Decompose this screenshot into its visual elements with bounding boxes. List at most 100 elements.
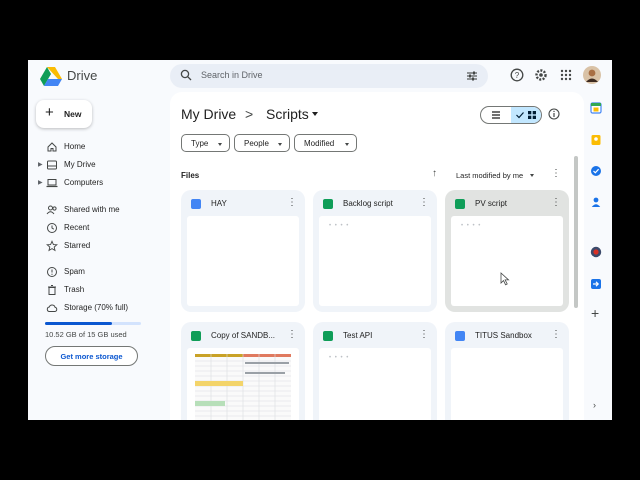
sort-by-dropdown[interactable]: Last modified by me	[456, 171, 523, 180]
help-icon[interactable]: ?	[510, 68, 524, 82]
file-thumbnail	[187, 348, 299, 420]
file-card[interactable]: Copy of SANDB... ⋮	[181, 322, 305, 420]
list-view-button[interactable]	[481, 107, 512, 123]
shared-icon	[46, 205, 57, 215]
sidebar-item-label: Starred	[64, 241, 91, 250]
thumbnail-placeholder: • • • •	[329, 355, 350, 361]
search-icon[interactable]	[180, 69, 192, 81]
file-thumbnail: • • • •	[319, 348, 431, 420]
file-name: Test API	[343, 331, 373, 340]
sidebar-item-label: Computers	[64, 178, 104, 187]
folder-menu-caret-icon[interactable]	[312, 112, 318, 116]
filter-type-chip[interactable]: Type	[181, 134, 230, 152]
breadcrumb-current[interactable]: Scripts	[266, 106, 309, 122]
account-avatar-icon[interactable]	[583, 66, 601, 84]
more-options-icon[interactable]: ⋮	[287, 329, 297, 340]
filter-modified-chip[interactable]: Modified	[294, 134, 357, 152]
more-options-icon[interactable]: ⋮	[551, 329, 561, 340]
sidebar-item-computers[interactable]: ▶ Computers	[28, 175, 168, 191]
sort-direction-arrow-icon[interactable]: ↑	[432, 168, 437, 179]
filter-chip-label: Modified	[304, 139, 335, 148]
cloud-icon	[46, 304, 58, 312]
calendar-addon-icon[interactable]	[590, 102, 602, 114]
chevron-down-icon[interactable]	[530, 174, 534, 177]
file-name: PV script	[475, 199, 508, 208]
file-card[interactable]: Backlog script ⋮ • • • •	[313, 190, 437, 312]
more-options-icon[interactable]: ⋮	[419, 329, 429, 340]
file-card[interactable]: Test API ⋮ • • • •	[313, 322, 437, 420]
chevron-down-icon	[345, 143, 349, 146]
breadcrumb-root[interactable]: My Drive	[181, 106, 236, 122]
sidebar-item-shared[interactable]: Shared with me	[28, 202, 168, 218]
sidebar-item-label: Storage (70% full)	[64, 303, 129, 312]
more-options-icon[interactable]: ⋮	[551, 197, 561, 208]
sheet-file-icon	[191, 331, 201, 341]
plus-icon: +	[45, 104, 54, 121]
new-button[interactable]: + New	[36, 100, 92, 128]
thumbnail-placeholder: • • • •	[461, 223, 482, 229]
filter-people-chip[interactable]: People	[234, 134, 290, 152]
file-name: Backlog script	[343, 199, 393, 208]
expand-caret-icon[interactable]: ▶	[38, 161, 43, 168]
contacts-addon-icon[interactable]	[590, 196, 602, 208]
tasks-addon-icon[interactable]	[590, 165, 602, 177]
list-view-icon	[492, 111, 500, 119]
clock-icon	[47, 223, 57, 233]
chevron-down-icon	[278, 143, 282, 146]
sidebar-item-recent[interactable]: Recent	[28, 220, 168, 236]
sidebar-item-label: Home	[64, 142, 86, 151]
file-card[interactable]: TITUS Sandbox ⋮	[445, 322, 569, 420]
app-brand[interactable]: Drive	[67, 68, 97, 83]
search-options-icon[interactable]	[466, 70, 478, 82]
sidebar-item-home[interactable]: Home	[28, 139, 168, 155]
storage-meter-fill	[45, 322, 113, 325]
hide-side-panel-chevron-icon[interactable]: ›	[593, 400, 596, 410]
sidebar-item-my-drive[interactable]: ▶ My Drive	[28, 157, 168, 173]
search-input[interactable]: Search in Drive	[201, 70, 263, 80]
scrollbar[interactable]	[574, 156, 578, 308]
addon-app-icon[interactable]	[590, 246, 602, 258]
get-more-storage-button[interactable]: Get more storage	[45, 346, 138, 366]
grid-view-button[interactable]	[511, 107, 541, 123]
sidebar-item-starred[interactable]: Starred	[28, 238, 168, 254]
drive-window: Drive Search in Drive ? + New Home ▶ My …	[28, 60, 612, 420]
file-thumbnail	[451, 348, 563, 420]
file-card[interactable]: HAY ⋮	[181, 190, 305, 312]
get-more-storage-label: Get more storage	[60, 352, 123, 361]
spreadsheet-preview-image	[195, 354, 291, 420]
info-icon[interactable]	[548, 108, 560, 120]
more-options-icon[interactable]: ⋮	[551, 168, 561, 179]
breadcrumb-separator: >	[245, 106, 254, 122]
more-options-icon[interactable]: ⋮	[287, 197, 297, 208]
sheet-file-icon	[455, 199, 465, 209]
addon-arrow-app-icon[interactable]	[590, 278, 602, 290]
new-button-label: New	[64, 109, 82, 119]
sidebar-item-trash[interactable]: Trash	[28, 282, 168, 298]
file-thumbnail: • • • •	[451, 216, 563, 306]
sidebar-item-storage[interactable]: Storage (70% full)	[28, 300, 168, 316]
file-thumbnail: • • • •	[319, 216, 431, 306]
file-thumbnail	[187, 216, 299, 306]
computers-icon	[46, 179, 58, 188]
view-toggle	[480, 106, 542, 124]
expand-caret-icon[interactable]: ▶	[38, 179, 43, 186]
thumbnail-placeholder: • • • •	[329, 223, 350, 229]
sidebar-item-label: Recent	[64, 223, 90, 232]
drive-logo-icon[interactable]	[40, 66, 62, 86]
grid-view-icon	[528, 111, 536, 119]
sheet-file-icon	[323, 199, 333, 209]
settings-gear-icon[interactable]	[534, 68, 548, 82]
doc-file-icon	[455, 331, 465, 341]
search-bar[interactable]: Search in Drive	[170, 64, 488, 88]
more-options-icon[interactable]: ⋮	[419, 197, 429, 208]
filter-chip-label: Type	[191, 139, 209, 148]
keep-addon-icon[interactable]	[590, 134, 602, 146]
sidebar-item-spam[interactable]: Spam	[28, 264, 168, 280]
main-panel: My Drive > Scripts Type People Modified …	[170, 92, 584, 420]
spam-icon	[47, 267, 57, 277]
storage-used-text: 10.52 GB of 15 GB used	[45, 330, 127, 339]
trash-icon	[48, 285, 56, 295]
apps-grid-icon[interactable]	[559, 68, 573, 82]
file-card[interactable]: PV script ⋮ • • • •	[445, 190, 569, 312]
get-addons-plus-icon[interactable]: +	[591, 306, 599, 320]
